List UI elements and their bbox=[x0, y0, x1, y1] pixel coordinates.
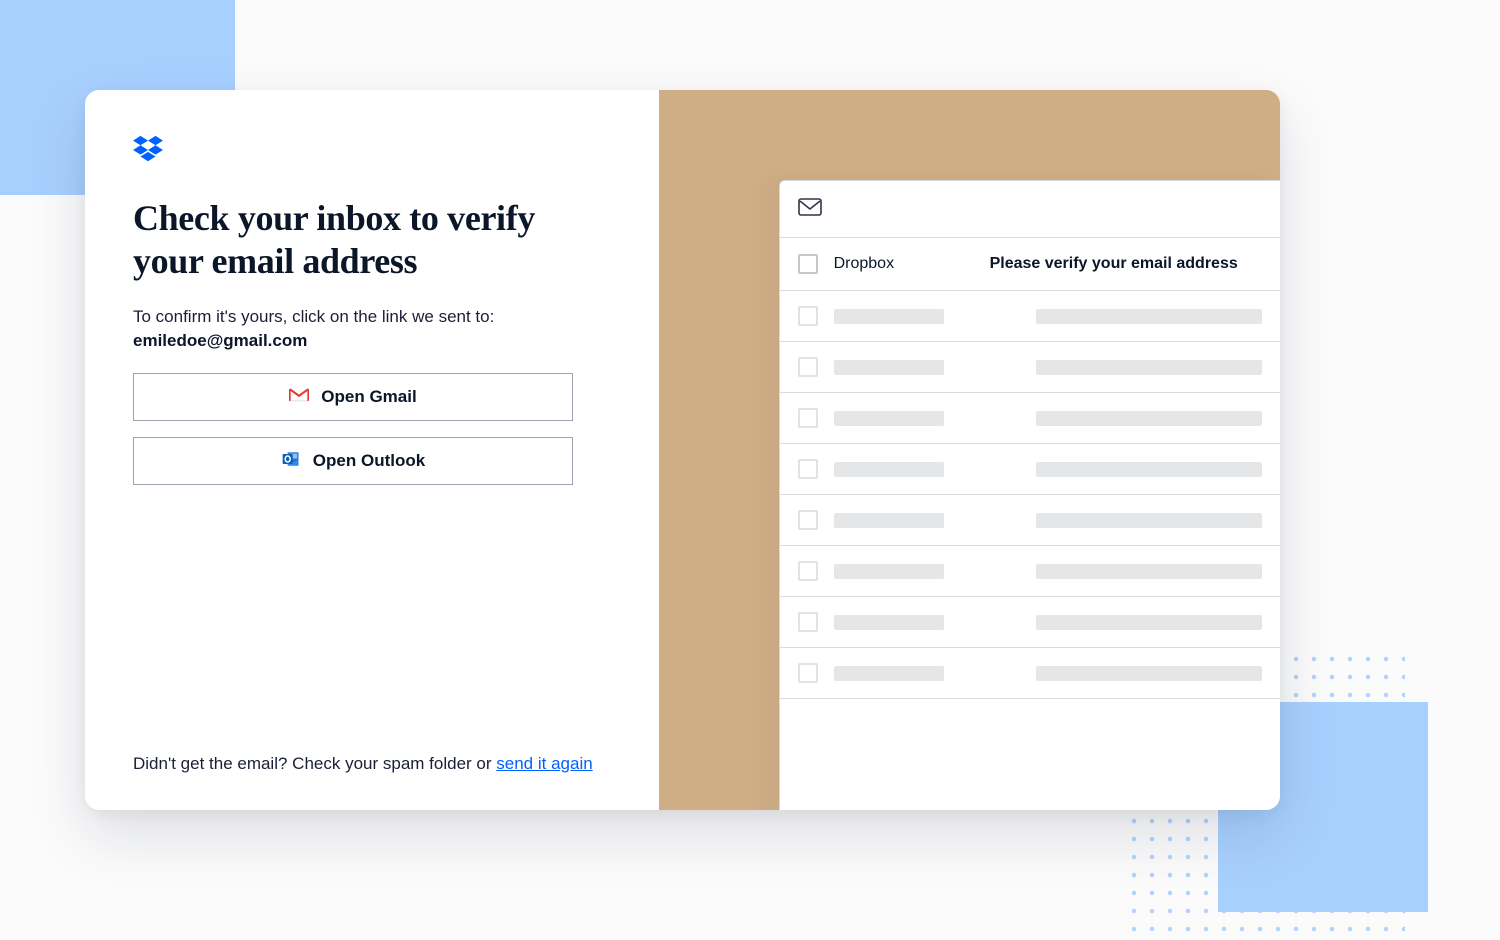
open-gmail-button[interactable]: Open Gmail bbox=[133, 373, 573, 421]
placeholder-bar bbox=[1036, 666, 1262, 681]
checkbox-icon bbox=[798, 357, 818, 377]
placeholder-bar bbox=[834, 360, 944, 375]
inbox-preview: Dropbox Please verify your email address bbox=[779, 180, 1280, 810]
inbox-subject: Please verify your email address bbox=[990, 255, 1262, 273]
inbox-ghost-row bbox=[780, 597, 1280, 648]
placeholder-bar bbox=[834, 309, 944, 324]
checkbox-icon bbox=[798, 408, 818, 428]
checkbox-icon bbox=[798, 306, 818, 326]
placeholder-bar bbox=[834, 513, 944, 528]
outlook-icon bbox=[281, 449, 301, 474]
checkbox-icon bbox=[798, 561, 818, 581]
lead-text: To confirm it's yours, click on the link… bbox=[133, 307, 611, 327]
inbox-row-dropbox: Dropbox Please verify your email address bbox=[780, 238, 1280, 291]
placeholder-bar bbox=[1036, 513, 1262, 528]
inbox-sender: Dropbox bbox=[834, 255, 974, 273]
placeholder-bar bbox=[1036, 462, 1262, 477]
open-outlook-label: Open Outlook bbox=[313, 451, 425, 471]
left-pane: Check your inbox to verify your email ad… bbox=[85, 90, 659, 810]
checkbox-icon bbox=[798, 663, 818, 683]
inbox-ghost-row bbox=[780, 648, 1280, 699]
resend-hint-prefix: Didn't get the email? Check your spam fo… bbox=[133, 754, 496, 773]
mail-icon bbox=[798, 198, 822, 221]
checkbox-icon bbox=[798, 612, 818, 632]
placeholder-bar bbox=[1036, 360, 1262, 375]
checkbox-icon bbox=[798, 459, 818, 479]
placeholder-bar bbox=[834, 615, 944, 630]
checkbox-icon bbox=[798, 510, 818, 530]
inbox-ghost-row bbox=[780, 342, 1280, 393]
inbox-header bbox=[780, 181, 1280, 238]
gmail-icon bbox=[289, 385, 309, 410]
inbox-ghost-row bbox=[780, 393, 1280, 444]
placeholder-bar bbox=[1036, 615, 1262, 630]
inbox-ghost-row bbox=[780, 444, 1280, 495]
inbox-ghost-row bbox=[780, 291, 1280, 342]
checkbox-icon bbox=[798, 254, 818, 274]
inbox-ghost-row bbox=[780, 546, 1280, 597]
open-gmail-label: Open Gmail bbox=[321, 387, 416, 407]
placeholder-bar bbox=[1036, 564, 1262, 579]
placeholder-bar bbox=[834, 564, 944, 579]
dropbox-logo-icon bbox=[133, 134, 611, 169]
resend-link[interactable]: send it again bbox=[496, 754, 592, 773]
inbox-ghost-row bbox=[780, 495, 1280, 546]
placeholder-bar bbox=[834, 411, 944, 426]
recipient-email: emiledoe@gmail.com bbox=[133, 331, 611, 351]
open-outlook-button[interactable]: Open Outlook bbox=[133, 437, 573, 485]
page-heading: Check your inbox to verify your email ad… bbox=[133, 197, 553, 283]
verify-email-card: Check your inbox to verify your email ad… bbox=[85, 90, 1280, 810]
placeholder-bar bbox=[834, 666, 944, 681]
resend-hint: Didn't get the email? Check your spam fo… bbox=[133, 754, 611, 774]
placeholder-bar bbox=[1036, 411, 1262, 426]
placeholder-bar bbox=[834, 462, 944, 477]
right-pane: Dropbox Please verify your email address bbox=[659, 90, 1280, 810]
placeholder-bar bbox=[1036, 309, 1262, 324]
